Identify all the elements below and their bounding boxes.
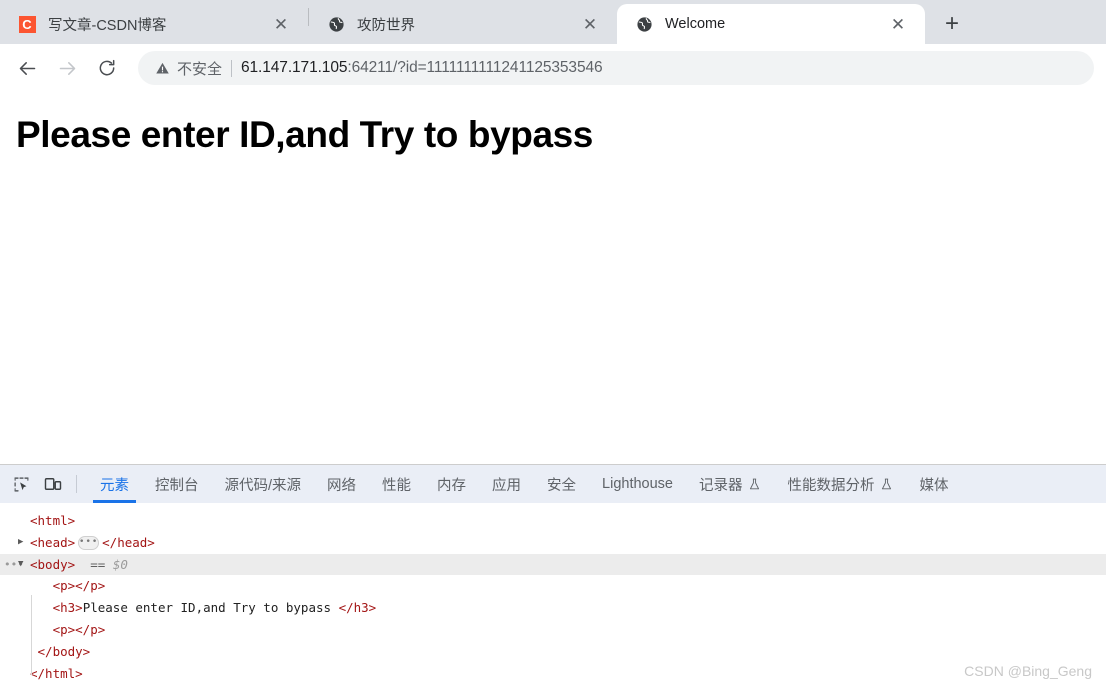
tab-media[interactable]: 媒体 [906,465,961,503]
row-spacer [18,516,30,525]
tab-label: Lighthouse [602,476,673,492]
tab-label: 媒体 [919,477,949,494]
watermark: CSDN @Bing_Geng [964,663,1092,679]
dom-row-h3[interactable]: <h3> Please enter ID,and Try to bypass </… [0,597,1106,619]
close-icon[interactable]: ✕ [577,11,603,37]
dom-tag-close: </h3> [338,600,377,616]
dom-tag: </html> [30,665,83,681]
globe-icon [635,15,653,33]
expand-triangle-icon[interactable]: ▶ [18,538,30,547]
dom-tag-text: <p></p> [52,621,106,637]
dom-tag: <p></p> [30,575,106,597]
devtools-toolbar: 元素 控制台 源代码/来源 网络 性能 内存 应用 安全 Lighthouse … [0,465,1106,503]
tab-label: 内存 [437,477,467,494]
dom-tag-open-text: <h3> [52,600,83,616]
dom-console-ref-value: $0 [112,556,128,572]
dom-tag: <body> [30,556,76,572]
tab-label: 控制台 [155,477,199,494]
experiment-flask-icon [880,478,893,491]
tab-label: 源代码/来源 [224,477,302,494]
dom-tag: </body> [30,641,91,663]
dom-row-p-second[interactable]: <p></p> [0,619,1106,641]
dom-equals [75,554,90,576]
forward-arrow-icon [50,51,84,85]
dom-row-body[interactable]: ••• ▼ <body> == $0 [0,553,1106,576]
page-viewport: Please enter ID,and Try to bypass [0,92,1106,464]
tab-sources[interactable]: 源代码/来源 [212,465,315,503]
dom-row-body-close[interactable]: </body> [0,641,1106,663]
device-toolbar-icon[interactable] [38,469,68,499]
tab-application[interactable]: 应用 [479,465,534,503]
url-host: 61.147.171.105 [241,59,348,76]
tab-elements[interactable]: 元素 [87,465,142,503]
row-spacer [18,604,30,613]
dom-eq-symbol: == [90,556,106,572]
browser-tab-gongfang[interactable]: 攻防世界 ✕ [309,4,617,44]
devtools-panel: 元素 控制台 源代码/来源 网络 性能 内存 应用 安全 Lighthouse … [0,464,1106,685]
tab-memory[interactable]: 内存 [424,465,479,503]
row-spacer [18,669,30,678]
page-title: Please enter ID,and Try to bypass [16,114,593,155]
dom-row-html-close[interactable]: </html> [0,663,1106,685]
dom-tag: <html> [30,513,76,528]
dom-text-node: Please enter ID,and Try to bypass [82,600,339,616]
tab-security[interactable]: 安全 [534,465,589,503]
omnibox-divider [231,59,233,77]
dom-tag-text: <p></p> [52,578,106,594]
address-bar[interactable]: 不安全 61.147.171.105:64211/?id=11111111112… [138,51,1094,85]
dom-console-ref [105,554,113,576]
tab-label: 网络 [327,477,357,494]
tab-title: 写文章-CSDN博客 [48,17,167,34]
collapsed-children-icon[interactable]: ••• [78,535,100,550]
tab-console[interactable]: 控制台 [142,465,212,503]
url-text: 61.147.171.105:64211/?id=111111111124112… [241,59,603,77]
browser-tab-csdn[interactable]: C 写文章-CSDN博客 ✕ [0,4,308,44]
back-arrow-icon[interactable] [10,51,44,85]
url-path: :64211/?id=1111111111241125353546 [347,59,603,76]
browser-window: C 写文章-CSDN博客 ✕ 攻防世界 ✕ Welcome ✕ + 不安全 61… [0,0,1106,685]
inspect-element-icon[interactable] [6,469,36,499]
warning-triangle-icon [154,60,170,76]
dom-tree[interactable]: <html> ▶ <head> ••• </head> ••• ▼ <body>… [0,503,1106,685]
tab-title: 攻防世界 [357,17,415,34]
security-status-label: 不安全 [177,60,223,78]
tab-label: 性能数据分析 [787,477,875,494]
close-icon[interactable]: ✕ [885,11,911,37]
browser-toolbar: 不安全 61.147.171.105:64211/?id=11111111112… [0,44,1106,92]
reload-icon[interactable] [90,51,124,85]
tab-lighthouse[interactable]: Lighthouse [589,465,686,503]
globe-icon [327,15,345,33]
row-spacer [18,625,30,634]
csdn-icon: C [18,15,36,33]
tab-recorder[interactable]: 记录器 [686,465,775,503]
tab-network[interactable]: 网络 [314,465,369,503]
experiment-flask-icon [748,478,761,491]
dom-row-p-first[interactable]: <p></p> [0,575,1106,597]
row-spacer [18,582,30,591]
tree-guide-line [31,595,32,675]
toolbar-divider [76,475,77,493]
dom-tag-text: </body> [37,643,91,659]
close-icon[interactable]: ✕ [268,11,294,37]
row-gutter-dots[interactable]: ••• [4,554,24,576]
browser-tab-welcome[interactable]: Welcome ✕ [617,4,925,44]
dom-row-head[interactable]: ▶ <head> ••• </head> [0,532,1106,554]
tab-label: 性能 [382,477,412,494]
tab-performance[interactable]: 性能 [369,465,424,503]
collapse-triangle-icon[interactable]: ▼ [18,559,30,569]
dom-row-html-open[interactable]: <html> [0,510,1106,532]
tab-label: 应用 [492,477,522,494]
tab-title: Welcome [665,16,726,32]
tab-label: 安全 [547,477,577,494]
row-spacer [18,647,30,656]
tab-strip: C 写文章-CSDN博客 ✕ 攻防世界 ✕ Welcome ✕ + [0,0,1106,44]
tab-performance-insights[interactable]: 性能数据分析 [774,465,906,503]
dom-tag-open: <head> [30,534,76,550]
dom-tag-open: <h3> [30,597,83,619]
new-tab-button[interactable]: + [935,7,969,41]
dom-tag-close: </head> [102,534,155,550]
tab-label: 记录器 [698,477,743,494]
dom-tag: <p></p> [30,619,106,641]
tab-label: 元素 [100,477,129,494]
